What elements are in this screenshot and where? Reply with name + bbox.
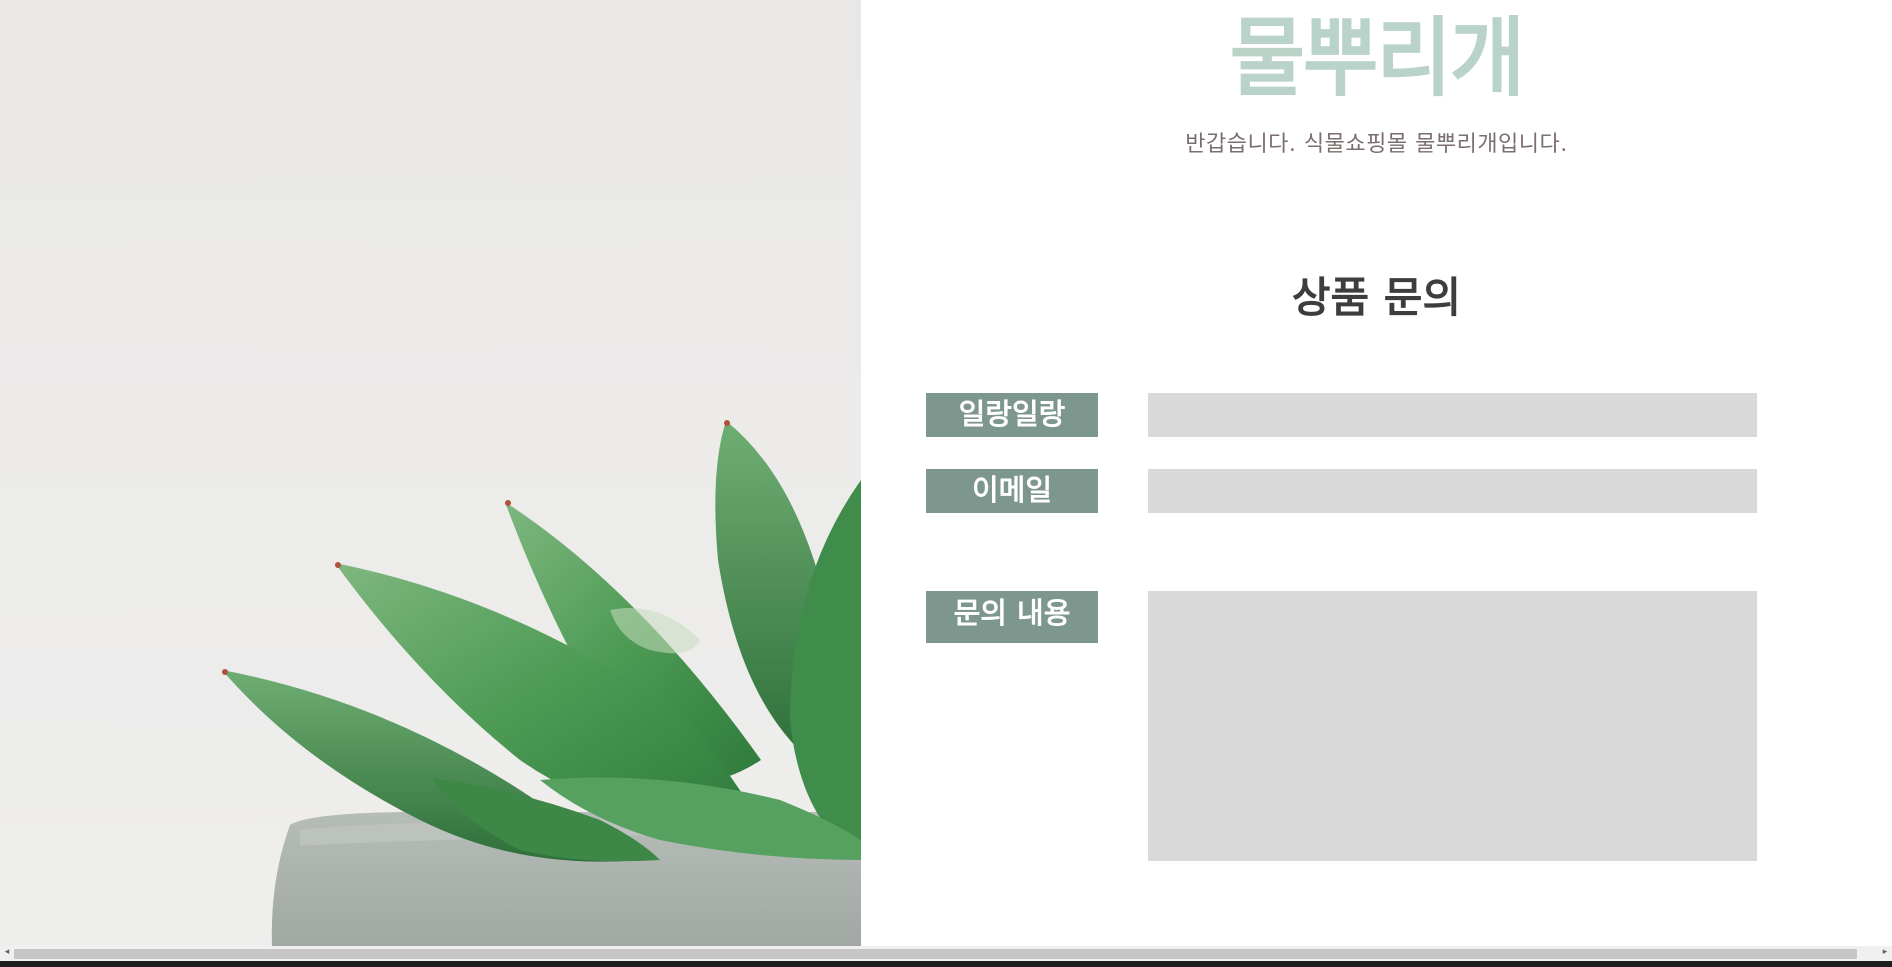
scroll-left-icon[interactable]: ◂ bbox=[0, 946, 14, 959]
scroll-right-icon[interactable]: ▸ bbox=[1878, 946, 1892, 959]
hero-succulent-image bbox=[0, 0, 861, 946]
email-label: 이메일 bbox=[926, 469, 1098, 513]
page-title: 상품 문의 bbox=[1291, 273, 1462, 322]
greeting-text: 반갑습니다. 식물쇼핑몰 물뿌리개입니다. bbox=[1185, 132, 1568, 157]
taskbar-strip bbox=[0, 961, 1892, 967]
content-panel: 물뿌리개 반갑습니다. 식물쇼핑몰 물뿌리개입니다. 상품 문의 일랑일랑 이메… bbox=[861, 0, 1892, 946]
name-label: 일랑일랑 bbox=[926, 393, 1098, 437]
inquiry-label: 문의 내용 bbox=[926, 591, 1098, 643]
name-input[interactable] bbox=[1148, 393, 1757, 437]
email-input[interactable] bbox=[1148, 469, 1757, 513]
page: 물뿌리개 반갑습니다. 식물쇼핑몰 물뿌리개입니다. 상품 문의 일랑일랑 이메… bbox=[0, 0, 1892, 967]
inquiry-textarea[interactable] bbox=[1148, 591, 1757, 861]
scrollbar-thumb[interactable] bbox=[14, 949, 1857, 959]
site-logo[interactable]: 물뿌리개 bbox=[861, 11, 1892, 107]
horizontal-scrollbar[interactable]: ◂ ▸ bbox=[0, 946, 1892, 967]
